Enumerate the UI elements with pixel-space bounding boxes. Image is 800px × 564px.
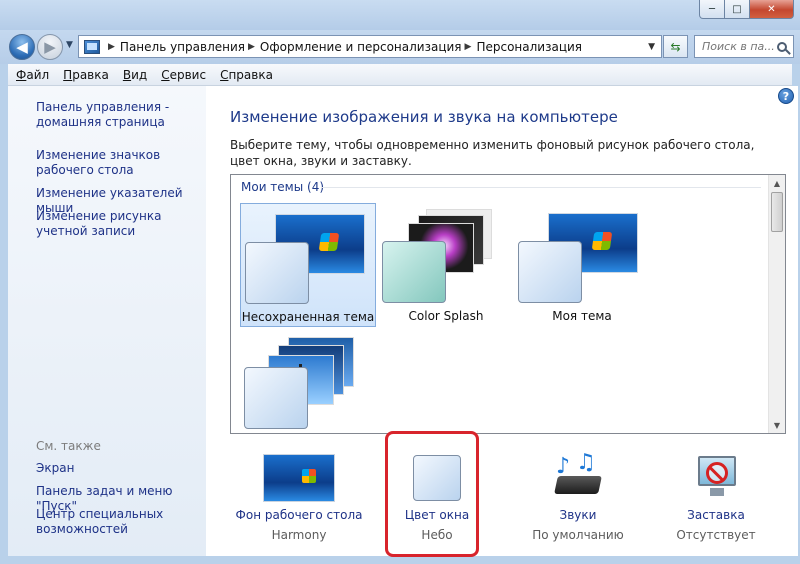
menu-bar: Файл Правка Вид Сервис Справка xyxy=(8,64,792,86)
sounds-label[interactable]: Звуки xyxy=(522,508,634,522)
theme-label: Моя тема xyxy=(552,309,612,323)
refresh-button[interactable]: ⇆ xyxy=(663,35,688,58)
address-dropdown-icon[interactable]: ▼ xyxy=(642,42,661,52)
theme-list-scrollbar[interactable]: ▲ ▼ xyxy=(768,175,785,433)
screensaver-setting[interactable]: Заставка Отсутствует xyxy=(668,452,764,548)
theme-fourth[interactable] xyxy=(240,329,376,453)
theme-label: Несохраненная тема xyxy=(241,310,375,324)
back-button[interactable]: ◀ xyxy=(9,34,35,60)
group-divider xyxy=(321,187,761,188)
minimize-button[interactable]: ─ xyxy=(699,0,725,19)
theme-color-preview xyxy=(245,242,309,304)
screensaver-value: Отсутствует xyxy=(676,528,756,542)
breadcrumb-separator-icon[interactable]: ▶ xyxy=(108,42,115,52)
task-pane: Панель управления - домашняя страница Из… xyxy=(8,86,206,556)
no-entry-icon xyxy=(706,462,728,484)
breadcrumb-appearance[interactable]: Оформление и персонализация xyxy=(260,40,462,54)
sidebar-link-ease-of-access[interactable]: Центр специальных возможностей xyxy=(36,507,206,537)
content-pane: ? Изменение изображения и звука на компь… xyxy=(206,86,798,556)
monitor-stand xyxy=(710,488,724,496)
sounds-setting[interactable]: ♪ ♫ Звуки По умолчанию xyxy=(522,450,634,548)
highlight-frame xyxy=(385,431,479,557)
scroll-up-icon[interactable]: ▲ xyxy=(769,175,785,191)
keyboard-icon xyxy=(554,476,602,494)
theme-my-theme[interactable]: Моя тема xyxy=(514,203,650,327)
breadcrumb-separator-icon[interactable]: ▶ xyxy=(465,42,472,52)
scroll-down-icon[interactable]: ▼ xyxy=(769,417,785,433)
help-icon[interactable]: ? xyxy=(778,88,794,104)
sidebar-link-desktop-icons[interactable]: Изменение значков рабочего стола xyxy=(36,148,206,178)
close-button[interactable]: ✕ xyxy=(750,0,794,19)
menu-help[interactable]: Справка xyxy=(220,68,273,82)
sounds-value: По умолчанию xyxy=(532,528,624,542)
music-note-icon: ♫ xyxy=(576,450,596,475)
theme-label: Color Splash xyxy=(408,309,484,323)
desktop-background-setting[interactable]: Фон рабочего стола Harmony xyxy=(234,452,364,548)
see-also-heading: См. также xyxy=(36,439,101,453)
breadcrumb-separator-icon[interactable]: ▶ xyxy=(248,42,255,52)
control-panel-icon xyxy=(84,39,100,54)
theme-color-splash[interactable]: Color Splash xyxy=(378,203,514,327)
desktop-background-value: Harmony xyxy=(271,528,327,542)
menu-tools[interactable]: Сервис xyxy=(161,68,206,82)
recent-pages-dropdown-icon[interactable]: ▼ xyxy=(66,40,73,50)
screensaver-label[interactable]: Заставка xyxy=(668,508,764,522)
forward-button[interactable]: ▶ xyxy=(37,34,63,60)
page-description: Выберите тему, чтобы одновременно измени… xyxy=(230,138,755,168)
menu-view[interactable]: Вид xyxy=(123,68,147,82)
desktop-background-label[interactable]: Фон рабочего стола xyxy=(234,508,364,522)
menu-file[interactable]: Файл xyxy=(16,68,49,82)
navigation-bar: ◀ ▶ ▼ ▶ Панель управления ▶ Оформление и… xyxy=(0,30,800,64)
breadcrumb-personalization[interactable]: Персонализация xyxy=(476,40,582,54)
theme-color-preview xyxy=(382,241,446,303)
maximize-button[interactable]: □ xyxy=(725,0,750,19)
menu-edit[interactable]: Правка xyxy=(63,68,109,82)
desktop-background-icon xyxy=(263,454,335,502)
search-icon[interactable] xyxy=(777,41,787,52)
refresh-icon: ⇆ xyxy=(670,39,681,54)
sounds-icon: ♪ ♫ xyxy=(552,450,604,498)
theme-color-preview xyxy=(518,241,582,303)
sidebar-link-control-panel-home[interactable]: Панель управления - домашняя страница xyxy=(36,100,206,130)
theme-color-preview xyxy=(244,367,308,429)
screensaver-icon xyxy=(692,454,740,500)
theme-list: Мои темы (4) Несохраненная тема Color Sp… xyxy=(230,174,786,434)
search-box[interactable] xyxy=(694,35,794,58)
search-input[interactable] xyxy=(702,40,774,53)
address-bar[interactable]: ▶ Панель управления ▶ Оформление и персо… xyxy=(78,35,662,58)
scrollbar-thumb[interactable] xyxy=(771,192,783,232)
page-title: Изменение изображения и звука на компьют… xyxy=(230,108,618,126)
breadcrumb-control-panel[interactable]: Панель управления xyxy=(120,40,245,54)
title-bar: ─ □ ✕ xyxy=(0,0,800,30)
window-controls: ─ □ ✕ xyxy=(699,0,794,19)
sidebar-link-display[interactable]: Экран xyxy=(36,461,206,476)
theme-unsaved[interactable]: Несохраненная тема xyxy=(240,203,376,327)
group-title-my-themes: Мои темы (4) xyxy=(241,180,325,194)
sidebar-link-account-picture[interactable]: Изменение рисунка учетной записи xyxy=(36,209,206,239)
